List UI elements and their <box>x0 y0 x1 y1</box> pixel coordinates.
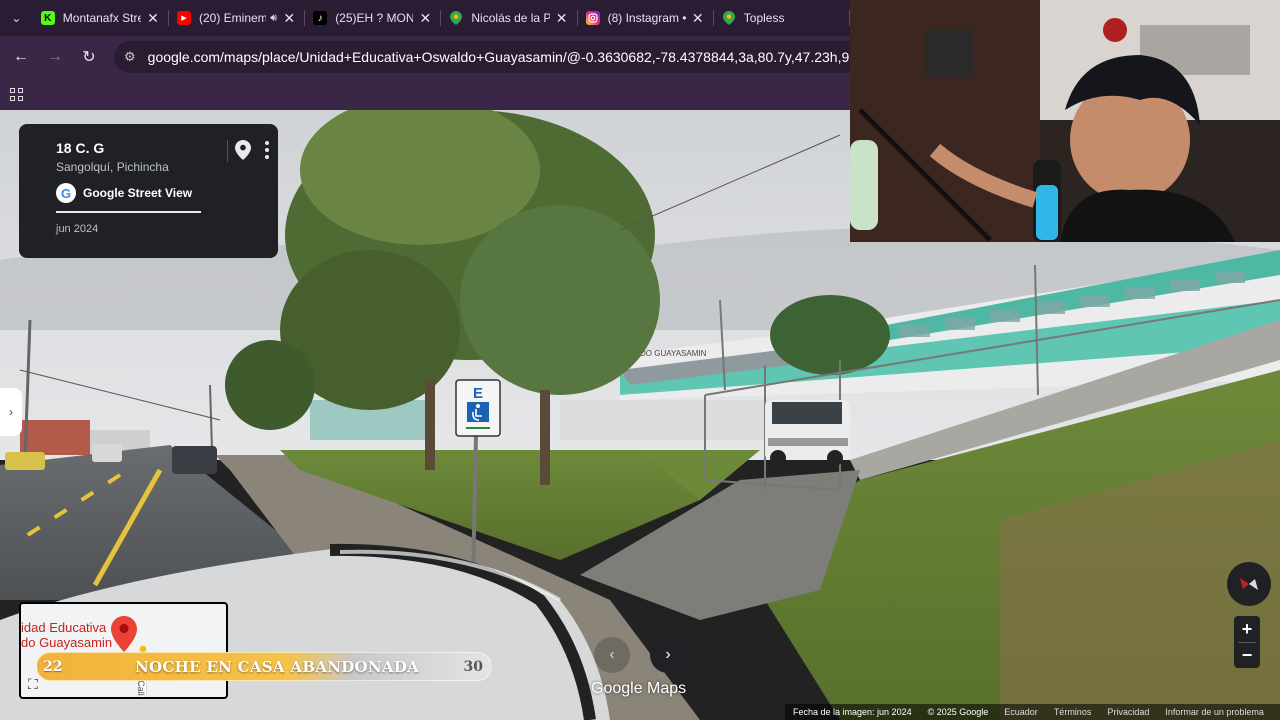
url-text: google.com/maps/place/Unidad+Educativa+O… <box>147 49 850 65</box>
chevron-down-icon: ⌄ <box>11 11 22 25</box>
country-link[interactable]: Ecuador <box>996 707 1046 717</box>
terms-link[interactable]: Términos <box>1046 707 1100 717</box>
tab-title: (20) Eminem <box>198 11 267 25</box>
location-pin-icon <box>235 140 251 160</box>
banner-title: NOCHE EN CASA ABANDONADA <box>135 657 420 676</box>
close-icon[interactable]: ✕ <box>145 10 161 27</box>
location-pin-button[interactable] <box>235 140 253 162</box>
apps-grid-icon[interactable] <box>10 87 23 101</box>
compass-icon <box>1240 578 1258 590</box>
place-address: Sangolquí, Pichincha <box>56 160 169 174</box>
stream-goal-banner: 22 NOCHE EN CASA ABANDONADA 30 <box>36 652 492 681</box>
bookmarks-bar <box>0 78 850 110</box>
privacy-link[interactable]: Privacidad <box>1099 707 1157 717</box>
browser-tab[interactable]: (8) Instagram • I ✕ <box>578 0 714 36</box>
street-view-source: G Google Street View <box>56 183 278 203</box>
tiktok-icon: ♪ <box>313 11 328 25</box>
chevron-right-icon: › <box>665 646 671 663</box>
instagram-icon <box>585 11 600 25</box>
chevron-left-icon: ‹ <box>609 646 615 663</box>
minus-icon: − <box>1241 644 1253 665</box>
webcam-overlay <box>850 0 1280 242</box>
browser-tab-strip: ⌄ K Montanafx Stre ✕ ▶ (20) Eminem 🔊︎ ✕ … <box>0 0 850 36</box>
close-icon[interactable]: ✕ <box>281 10 297 27</box>
capture-date-selector[interactable]: jun 2024 <box>56 223 278 235</box>
copyright: © 2025 Google <box>927 707 989 717</box>
youtube-icon: ▶ <box>176 11 191 25</box>
zoom-out-button[interactable]: − <box>1234 642 1260 668</box>
tab-title: Montanafx Stre <box>62 11 141 25</box>
minimap-label-line: do Guayasamin <box>21 635 113 650</box>
speaker-icon[interactable]: 🔊︎ <box>270 12 277 25</box>
tab-title: (25)EH ? MONTA <box>335 11 414 25</box>
place-info-card: 18 C. G Sangolquí, Pichincha G Google St… <box>19 124 278 258</box>
browser-tab[interactable]: ▶ (20) Eminem 🔊︎ ✕ <box>169 0 306 36</box>
tab-title: (8) Instagram • I <box>607 11 686 25</box>
arrow-right-icon: → <box>47 48 63 65</box>
address-bar[interactable]: ⚙︎ google.com/maps/place/Unidad+Educativ… <box>114 41 850 73</box>
more-options-button[interactable] <box>258 139 276 161</box>
browser-tab[interactable]: K Montanafx Stre ✕ <box>33 0 169 36</box>
divider <box>56 211 201 213</box>
chevron-right-icon: › <box>9 405 13 419</box>
next-image-button[interactable]: › <box>650 637 686 673</box>
tab-title: Topless <box>743 11 785 25</box>
report-problem-link[interactable]: Informar de un problema <box>1157 707 1272 717</box>
divider <box>227 140 228 162</box>
kick-icon: K <box>40 11 55 25</box>
google-g-icon: G <box>56 183 76 203</box>
close-icon[interactable]: ✕ <box>554 10 570 27</box>
maps-footer: Fecha de la imagen: jun 2024 © 2025 Goog… <box>785 704 1280 720</box>
close-icon[interactable]: ✕ <box>417 10 433 27</box>
source-label: Google Street View <box>83 186 193 200</box>
google-maps-icon <box>449 11 463 25</box>
arrow-left-icon: ← <box>13 48 29 65</box>
banner-right-number: 30 <box>463 658 483 675</box>
close-icon[interactable]: ✕ <box>690 10 706 27</box>
svg-text:DO GUAYASAMIN: DO GUAYASAMIN <box>640 349 707 358</box>
sign-letter: E <box>473 385 483 402</box>
tab-search-button[interactable]: ⌄ <box>0 0 33 36</box>
browser-tab[interactable]: ♪ (25)EH ? MONTA ✕ <box>305 0 442 36</box>
back-button[interactable]: ← <box>4 40 38 74</box>
fullscreen-icon[interactable]: ⛶ <box>28 676 38 693</box>
plus-icon: + <box>1241 618 1253 639</box>
streamer-webcam-image <box>850 0 1280 242</box>
browser-toolbar: ← → ↻ ⚙︎ google.com/maps/place/Unidad+Ed… <box>0 36 850 78</box>
image-date: Fecha de la imagen: jun 2024 <box>793 707 912 717</box>
browser-tab[interactable]: Nicolás de la Pe ✕ <box>441 0 578 36</box>
tab-title: Nicolás de la Pe <box>471 11 550 25</box>
previous-image-button[interactable]: ‹ <box>594 637 630 673</box>
minimap-place-label: idad Educativa do Guayasamin <box>21 620 112 650</box>
zoom-in-button[interactable]: + <box>1234 616 1260 642</box>
google-maps-icon <box>722 11 736 25</box>
google-maps-logo: Google Maps <box>591 680 687 697</box>
zoom-controls: + − <box>1234 616 1260 668</box>
minimap[interactable]: idad Educativa do Guayasamin Call ⛶ <box>19 602 228 699</box>
compass-button[interactable] <box>1227 562 1271 606</box>
divider <box>1238 642 1256 643</box>
banner-left-number: 22 <box>43 658 63 675</box>
minimap-label-line: idad Educativa <box>21 620 107 635</box>
expand-panel-button[interactable]: › <box>0 388 22 436</box>
forward-button[interactable]: → <box>38 40 72 74</box>
minimap-road-label: Call <box>135 680 146 696</box>
browser-tab[interactable]: Topless <box>714 0 850 36</box>
reload-icon: ↻ <box>82 49 96 66</box>
site-settings-icon[interactable]: ⚙︎ <box>124 49 136 65</box>
reload-button[interactable]: ↻ <box>72 40 106 74</box>
